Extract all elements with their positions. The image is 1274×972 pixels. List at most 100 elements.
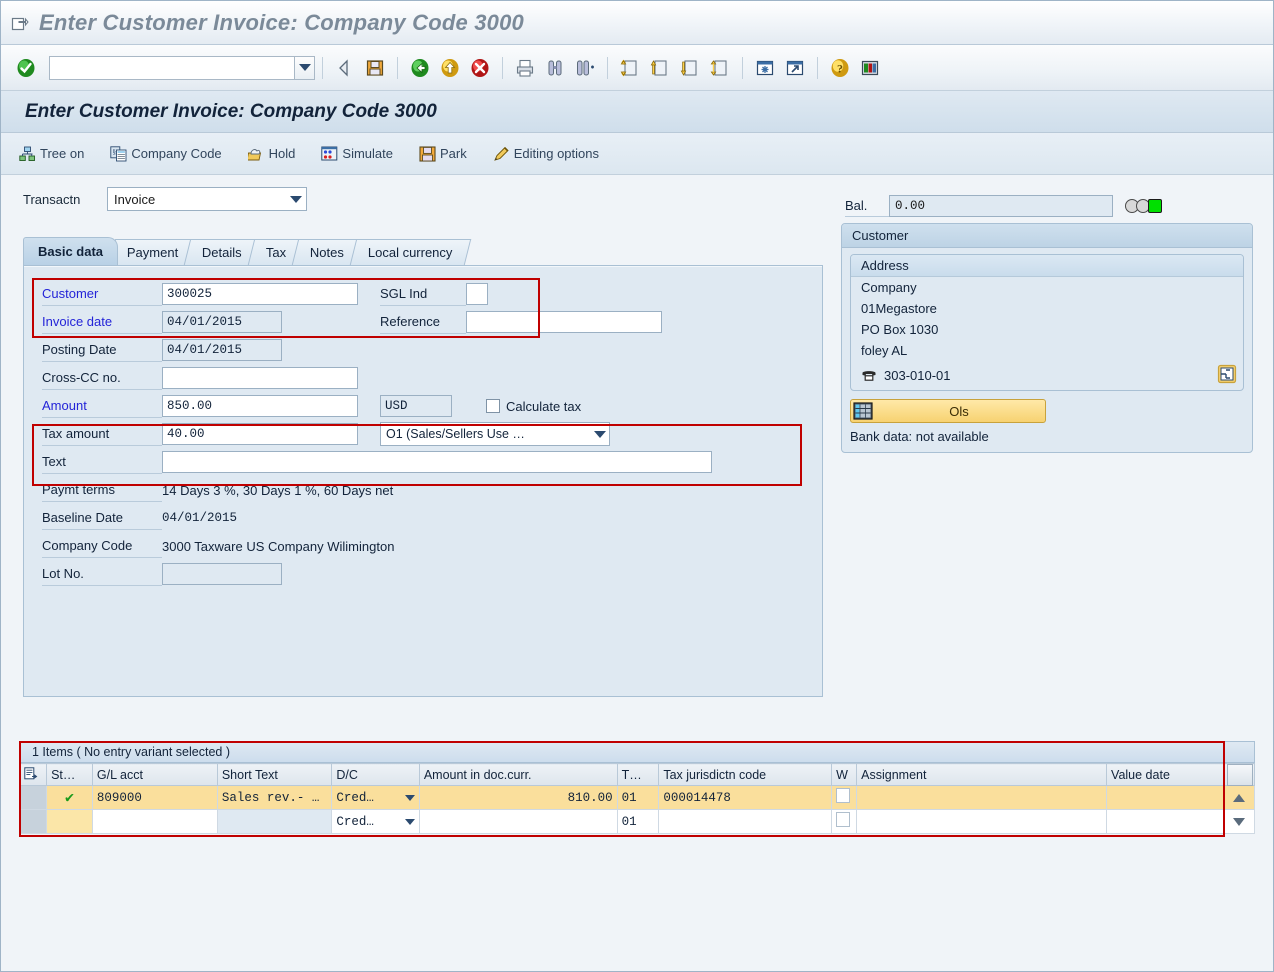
help-icon[interactable]: ? xyxy=(826,54,854,82)
invoice-date-input[interactable]: 04/01/2015 xyxy=(162,311,282,333)
cell-gl-acct[interactable] xyxy=(92,810,217,834)
balance-row: Bal. 0.00 xyxy=(841,195,1253,217)
currency-input[interactable]: USD xyxy=(380,395,452,417)
scroll-down-cell[interactable] xyxy=(1223,810,1254,834)
command-input[interactable] xyxy=(49,56,295,80)
column-amount-doc-curr[interactable]: Amount in doc.curr. xyxy=(419,764,617,786)
new-session-icon[interactable] xyxy=(751,54,779,82)
posting-date-input[interactable]: 04/01/2015 xyxy=(162,339,282,361)
find-icon[interactable] xyxy=(541,54,569,82)
phone-number: 303-010-01 xyxy=(884,368,951,383)
grid-scrollbar-thumb[interactable] xyxy=(1225,763,1255,785)
print-icon[interactable] xyxy=(511,54,539,82)
lot-no-input[interactable] xyxy=(162,563,282,585)
tax-code-select[interactable]: O1 (Sales/Sellers Use … xyxy=(380,422,610,446)
column-tax-jurisdictn-code[interactable]: Tax jurisdictn code xyxy=(659,764,832,786)
baseline-date-value: 04/01/2015 xyxy=(162,511,237,525)
cell-w[interactable] xyxy=(832,810,857,834)
column-gl-acct[interactable]: G/L acct xyxy=(92,764,217,786)
scroll-up-icon[interactable] xyxy=(1224,787,1254,809)
column-status[interactable]: St… xyxy=(47,764,93,786)
park-button[interactable]: Park xyxy=(419,146,467,162)
previous-page-icon[interactable] xyxy=(646,54,674,82)
back-arrow-icon[interactable] xyxy=(331,54,359,82)
tree-on-button[interactable]: Tree on xyxy=(19,146,84,162)
exit-yellow-icon[interactable] xyxy=(436,54,464,82)
cell-assignment[interactable] xyxy=(857,786,1107,810)
cell-dc[interactable]: Cred… xyxy=(332,810,419,834)
cell-short-text[interactable]: Sales rev.- … xyxy=(217,786,332,810)
column-dc[interactable]: D/C xyxy=(332,764,419,786)
cell-value-date[interactable] xyxy=(1107,786,1224,810)
park-label: Park xyxy=(440,146,467,161)
transaction-select[interactable]: Invoice xyxy=(107,187,307,211)
scroll-up-cell[interactable] xyxy=(1223,786,1254,810)
open-items-button[interactable]: Ols xyxy=(850,399,1046,423)
cell-gl-acct[interactable]: 809000 xyxy=(92,786,217,810)
customize-layout-icon[interactable] xyxy=(856,54,884,82)
column-short-text[interactable]: Short Text xyxy=(217,764,332,786)
toolbar-divider xyxy=(607,57,608,79)
cell-tax-jurisdiction[interactable]: 000014478 xyxy=(659,786,832,810)
table-row[interactable]: ✔ 809000 Sales rev.- … Cred… 810.00 01 xyxy=(20,786,1255,810)
tab-basic-data[interactable]: Basic data xyxy=(23,237,118,265)
customer-input[interactable]: 300025 xyxy=(162,283,358,305)
tab-notes-label: Notes xyxy=(310,245,344,260)
command-history-dropdown[interactable] xyxy=(295,56,315,80)
cell-dc[interactable]: Cred… xyxy=(332,786,419,810)
table-row[interactable]: Cred… 01 xyxy=(20,810,1255,834)
checkbox-icon xyxy=(486,399,500,413)
address-detail-icon[interactable] xyxy=(1217,364,1237,387)
open-items-label: Ols xyxy=(873,404,1045,419)
first-page-icon[interactable] xyxy=(616,54,644,82)
select-all-cell[interactable] xyxy=(20,764,47,786)
editing-options-button[interactable]: Editing options xyxy=(493,146,599,162)
cell-short-text[interactable] xyxy=(217,810,332,834)
application-toolbar: Tree on § Company Code Hol xyxy=(1,133,1273,175)
tab-local-currency[interactable]: Local currency xyxy=(350,239,471,265)
last-page-icon[interactable] xyxy=(706,54,734,82)
company-code-button[interactable]: § Company Code xyxy=(110,146,221,162)
column-tax-code[interactable]: T… xyxy=(617,764,659,786)
enter-green-check-icon[interactable] xyxy=(12,54,40,82)
column-assignment[interactable]: Assignment xyxy=(857,764,1107,786)
amount-input[interactable]: 850.00 xyxy=(162,395,358,417)
save-icon[interactable] xyxy=(361,54,389,82)
tax-amount-input[interactable]: 40.00 xyxy=(162,423,358,445)
open-items-icon xyxy=(853,402,873,420)
back-green-icon[interactable] xyxy=(406,54,434,82)
cell-tax-jurisdiction[interactable] xyxy=(659,810,832,834)
row-selector[interactable] xyxy=(20,786,47,810)
hold-button[interactable]: Hold xyxy=(248,146,296,162)
cancel-red-icon[interactable] xyxy=(466,54,494,82)
hold-hand-icon xyxy=(248,146,265,162)
cell-amount[interactable] xyxy=(419,810,617,834)
calculate-tax-checkbox[interactable]: Calculate tax xyxy=(486,399,581,414)
find-next-icon[interactable] xyxy=(571,54,599,82)
create-shortcut-icon[interactable] xyxy=(781,54,809,82)
text-input[interactable] xyxy=(162,451,712,473)
column-value-date[interactable]: Value date xyxy=(1107,764,1224,786)
cell-value-date[interactable] xyxy=(1107,810,1224,834)
cell-amount[interactable]: 810.00 xyxy=(419,786,617,810)
chevron-down-icon xyxy=(405,819,415,825)
row-selector[interactable] xyxy=(20,810,47,834)
cell-assignment[interactable] xyxy=(857,810,1107,834)
simulate-button[interactable]: Simulate xyxy=(321,146,393,162)
window-menu-icon[interactable] xyxy=(11,16,29,32)
tab-payment[interactable]: Payment xyxy=(109,239,197,265)
scroll-down-icon[interactable] xyxy=(1224,811,1254,833)
row-status-cell: ✔ xyxy=(47,786,93,810)
cell-tax-code[interactable]: 01 xyxy=(617,786,659,810)
command-field-group xyxy=(11,54,315,82)
cell-tax-code[interactable]: 01 xyxy=(617,810,659,834)
reference-input[interactable] xyxy=(466,311,662,333)
sgl-ind-input[interactable] xyxy=(466,283,488,305)
cross-cc-input[interactable] xyxy=(162,367,358,389)
reference-label: Reference xyxy=(380,310,466,334)
address-line: Company xyxy=(851,277,1243,298)
cell-w[interactable] xyxy=(832,786,857,810)
next-page-icon[interactable] xyxy=(676,54,704,82)
toolbar-divider xyxy=(742,57,743,79)
column-w[interactable]: W xyxy=(832,764,857,786)
